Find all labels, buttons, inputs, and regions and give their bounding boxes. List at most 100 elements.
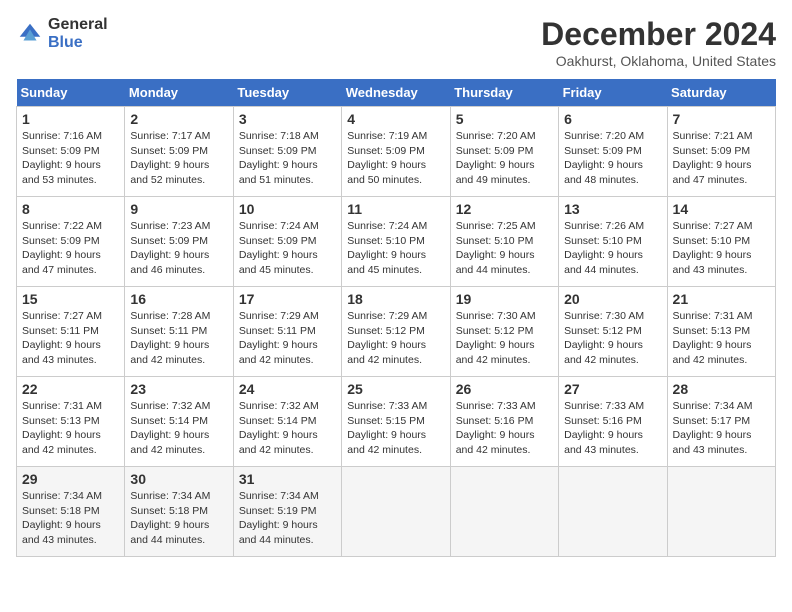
- logo-general: General: [48, 16, 108, 34]
- day-info: Sunrise: 7:30 AMSunset: 5:12 PMDaylight:…: [456, 309, 553, 368]
- header-row: SundayMondayTuesdayWednesdayThursdayFrid…: [17, 79, 776, 107]
- calendar-cell: 10 Sunrise: 7:24 AMSunset: 5:09 PMDaylig…: [233, 197, 341, 287]
- calendar-cell: 18 Sunrise: 7:29 AMSunset: 5:12 PMDaylig…: [342, 287, 450, 377]
- calendar-cell: 12 Sunrise: 7:25 AMSunset: 5:10 PMDaylig…: [450, 197, 558, 287]
- week-row-5: 29 Sunrise: 7:34 AMSunset: 5:18 PMDaylig…: [17, 467, 776, 557]
- calendar-subtitle: Oakhurst, Oklahoma, United States: [541, 53, 776, 69]
- calendar-cell: 30 Sunrise: 7:34 AMSunset: 5:18 PMDaylig…: [125, 467, 233, 557]
- logo-blue: Blue: [48, 34, 108, 52]
- day-number: 2: [130, 111, 227, 127]
- calendar-cell: 11 Sunrise: 7:24 AMSunset: 5:10 PMDaylig…: [342, 197, 450, 287]
- day-info: Sunrise: 7:26 AMSunset: 5:10 PMDaylight:…: [564, 219, 661, 278]
- day-info: Sunrise: 7:22 AMSunset: 5:09 PMDaylight:…: [22, 219, 119, 278]
- calendar-cell: 1 Sunrise: 7:16 AMSunset: 5:09 PMDayligh…: [17, 107, 125, 197]
- day-info: Sunrise: 7:31 AMSunset: 5:13 PMDaylight:…: [22, 399, 119, 458]
- calendar-cell: 27 Sunrise: 7:33 AMSunset: 5:16 PMDaylig…: [559, 377, 667, 467]
- calendar-cell: 14 Sunrise: 7:27 AMSunset: 5:10 PMDaylig…: [667, 197, 775, 287]
- calendar-cell: 15 Sunrise: 7:27 AMSunset: 5:11 PMDaylig…: [17, 287, 125, 377]
- day-info: Sunrise: 7:19 AMSunset: 5:09 PMDaylight:…: [347, 129, 444, 188]
- header-day-sunday: Sunday: [17, 79, 125, 107]
- day-number: 8: [22, 201, 119, 217]
- day-info: Sunrise: 7:27 AMSunset: 5:11 PMDaylight:…: [22, 309, 119, 368]
- header-day-tuesday: Tuesday: [233, 79, 341, 107]
- calendar-cell: 7 Sunrise: 7:21 AMSunset: 5:09 PMDayligh…: [667, 107, 775, 197]
- day-number: 16: [130, 291, 227, 307]
- day-info: Sunrise: 7:27 AMSunset: 5:10 PMDaylight:…: [673, 219, 770, 278]
- calendar-cell: [342, 467, 450, 557]
- calendar-cell: 6 Sunrise: 7:20 AMSunset: 5:09 PMDayligh…: [559, 107, 667, 197]
- day-number: 6: [564, 111, 661, 127]
- day-number: 5: [456, 111, 553, 127]
- day-info: Sunrise: 7:20 AMSunset: 5:09 PMDaylight:…: [564, 129, 661, 188]
- calendar-cell: 31 Sunrise: 7:34 AMSunset: 5:19 PMDaylig…: [233, 467, 341, 557]
- calendar-cell: 9 Sunrise: 7:23 AMSunset: 5:09 PMDayligh…: [125, 197, 233, 287]
- day-number: 10: [239, 201, 336, 217]
- calendar-cell: 2 Sunrise: 7:17 AMSunset: 5:09 PMDayligh…: [125, 107, 233, 197]
- day-number: 9: [130, 201, 227, 217]
- calendar-title: December 2024: [541, 16, 776, 53]
- day-info: Sunrise: 7:23 AMSunset: 5:09 PMDaylight:…: [130, 219, 227, 278]
- day-info: Sunrise: 7:29 AMSunset: 5:12 PMDaylight:…: [347, 309, 444, 368]
- header-day-wednesday: Wednesday: [342, 79, 450, 107]
- day-info: Sunrise: 7:21 AMSunset: 5:09 PMDaylight:…: [673, 129, 770, 188]
- calendar-cell: 28 Sunrise: 7:34 AMSunset: 5:17 PMDaylig…: [667, 377, 775, 467]
- day-info: Sunrise: 7:30 AMSunset: 5:12 PMDaylight:…: [564, 309, 661, 368]
- calendar-cell: 23 Sunrise: 7:32 AMSunset: 5:14 PMDaylig…: [125, 377, 233, 467]
- day-info: Sunrise: 7:34 AMSunset: 5:19 PMDaylight:…: [239, 489, 336, 548]
- logo-text: General Blue: [48, 16, 108, 51]
- calendar-cell: 19 Sunrise: 7:30 AMSunset: 5:12 PMDaylig…: [450, 287, 558, 377]
- day-number: 31: [239, 471, 336, 487]
- week-row-4: 22 Sunrise: 7:31 AMSunset: 5:13 PMDaylig…: [17, 377, 776, 467]
- day-info: Sunrise: 7:29 AMSunset: 5:11 PMDaylight:…: [239, 309, 336, 368]
- day-number: 3: [239, 111, 336, 127]
- day-info: Sunrise: 7:25 AMSunset: 5:10 PMDaylight:…: [456, 219, 553, 278]
- header-day-saturday: Saturday: [667, 79, 775, 107]
- calendar-cell: 16 Sunrise: 7:28 AMSunset: 5:11 PMDaylig…: [125, 287, 233, 377]
- day-number: 17: [239, 291, 336, 307]
- calendar-cell: 22 Sunrise: 7:31 AMSunset: 5:13 PMDaylig…: [17, 377, 125, 467]
- day-info: Sunrise: 7:32 AMSunset: 5:14 PMDaylight:…: [130, 399, 227, 458]
- day-number: 4: [347, 111, 444, 127]
- day-info: Sunrise: 7:24 AMSunset: 5:10 PMDaylight:…: [347, 219, 444, 278]
- day-number: 22: [22, 381, 119, 397]
- day-number: 28: [673, 381, 770, 397]
- calendar-cell: 20 Sunrise: 7:30 AMSunset: 5:12 PMDaylig…: [559, 287, 667, 377]
- day-number: 21: [673, 291, 770, 307]
- week-row-1: 1 Sunrise: 7:16 AMSunset: 5:09 PMDayligh…: [17, 107, 776, 197]
- day-info: Sunrise: 7:17 AMSunset: 5:09 PMDaylight:…: [130, 129, 227, 188]
- day-info: Sunrise: 7:31 AMSunset: 5:13 PMDaylight:…: [673, 309, 770, 368]
- calendar-cell: 8 Sunrise: 7:22 AMSunset: 5:09 PMDayligh…: [17, 197, 125, 287]
- day-info: Sunrise: 7:18 AMSunset: 5:09 PMDaylight:…: [239, 129, 336, 188]
- day-number: 23: [130, 381, 227, 397]
- day-number: 26: [456, 381, 553, 397]
- day-number: 1: [22, 111, 119, 127]
- calendar-cell: 5 Sunrise: 7:20 AMSunset: 5:09 PMDayligh…: [450, 107, 558, 197]
- day-number: 13: [564, 201, 661, 217]
- day-number: 25: [347, 381, 444, 397]
- calendar-cell: 17 Sunrise: 7:29 AMSunset: 5:11 PMDaylig…: [233, 287, 341, 377]
- day-number: 19: [456, 291, 553, 307]
- header-day-monday: Monday: [125, 79, 233, 107]
- calendar-cell: 21 Sunrise: 7:31 AMSunset: 5:13 PMDaylig…: [667, 287, 775, 377]
- calendar-cell: 13 Sunrise: 7:26 AMSunset: 5:10 PMDaylig…: [559, 197, 667, 287]
- calendar-cell: 29 Sunrise: 7:34 AMSunset: 5:18 PMDaylig…: [17, 467, 125, 557]
- day-info: Sunrise: 7:16 AMSunset: 5:09 PMDaylight:…: [22, 129, 119, 188]
- calendar-cell: 24 Sunrise: 7:32 AMSunset: 5:14 PMDaylig…: [233, 377, 341, 467]
- header-day-friday: Friday: [559, 79, 667, 107]
- day-info: Sunrise: 7:20 AMSunset: 5:09 PMDaylight:…: [456, 129, 553, 188]
- day-number: 12: [456, 201, 553, 217]
- day-number: 20: [564, 291, 661, 307]
- logo-icon: [16, 20, 44, 48]
- day-info: Sunrise: 7:33 AMSunset: 5:16 PMDaylight:…: [456, 399, 553, 458]
- calendar-cell: 3 Sunrise: 7:18 AMSunset: 5:09 PMDayligh…: [233, 107, 341, 197]
- header-day-thursday: Thursday: [450, 79, 558, 107]
- day-number: 24: [239, 381, 336, 397]
- calendar-header: SundayMondayTuesdayWednesdayThursdayFrid…: [17, 79, 776, 107]
- day-info: Sunrise: 7:34 AMSunset: 5:18 PMDaylight:…: [22, 489, 119, 548]
- day-info: Sunrise: 7:28 AMSunset: 5:11 PMDaylight:…: [130, 309, 227, 368]
- day-info: Sunrise: 7:32 AMSunset: 5:14 PMDaylight:…: [239, 399, 336, 458]
- day-number: 7: [673, 111, 770, 127]
- week-row-3: 15 Sunrise: 7:27 AMSunset: 5:11 PMDaylig…: [17, 287, 776, 377]
- logo: General Blue: [16, 16, 108, 51]
- day-info: Sunrise: 7:33 AMSunset: 5:16 PMDaylight:…: [564, 399, 661, 458]
